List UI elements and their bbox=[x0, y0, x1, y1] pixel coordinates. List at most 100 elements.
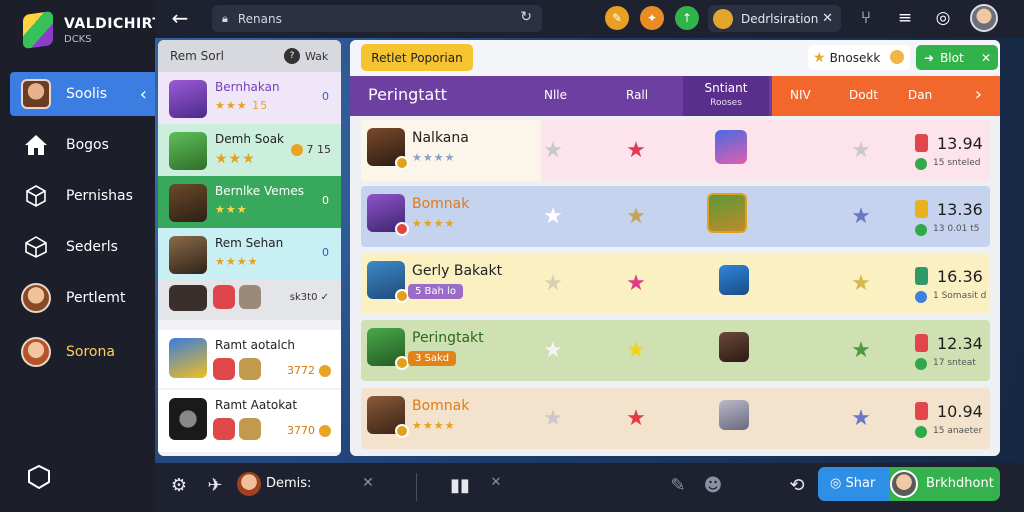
upload-badge-icon[interactable]: ↑ bbox=[675, 6, 699, 30]
player-stars: ★★★★ bbox=[215, 255, 259, 268]
player-avatar bbox=[169, 338, 207, 378]
tab-rall[interactable]: Rall bbox=[626, 88, 648, 102]
item-thumbnail bbox=[239, 285, 261, 309]
share-button[interactable]: ◎ Shar Brkhdhont bbox=[818, 467, 1000, 501]
close-icon[interactable]: ✕ bbox=[822, 11, 833, 26]
player-meta: 0 bbox=[322, 246, 329, 259]
bonus-pill[interactable]: ★ Bnosekk bbox=[808, 45, 910, 70]
sidebar-item-soolis[interactable]: Soolis ‹ bbox=[10, 72, 155, 116]
player-avatar bbox=[169, 398, 207, 440]
player-name: Nalkana bbox=[412, 130, 469, 146]
player-score-sub: 15 snteled bbox=[933, 158, 981, 168]
list-item[interactable]: Bernhakan ★★★ 15 0 bbox=[158, 72, 341, 124]
close-icon[interactable]: ✕ bbox=[484, 475, 508, 490]
home-icon bbox=[20, 129, 52, 161]
table-row[interactable]: Peringtakt 3 Sakd ★ ★ ★ 12.34 17 snteat bbox=[361, 320, 990, 381]
address-bar[interactable]: 🔒︎ Renans ↻ bbox=[212, 5, 542, 32]
chat-bubble-icon[interactable] bbox=[26, 464, 52, 490]
tab-niv[interactable]: NIV bbox=[790, 88, 811, 102]
edit-icon[interactable]: ✎ bbox=[666, 475, 690, 496]
sidebar-item-label: Sorona bbox=[66, 344, 115, 360]
cube-icon bbox=[20, 180, 52, 212]
player-avatar bbox=[367, 396, 409, 438]
chevron-right-icon[interactable]: › bbox=[975, 84, 982, 105]
chart-icon[interactable]: ▮▮ bbox=[448, 475, 472, 496]
user-avatar[interactable] bbox=[237, 472, 261, 496]
player-meta: 3770 bbox=[287, 424, 331, 437]
list-item[interactable]: Ramt Aatokat 3770 bbox=[158, 390, 341, 452]
list-item[interactable]: Bernlke Vemes ★★★ 0 bbox=[158, 176, 341, 228]
pencil-badge-icon[interactable]: ✎ bbox=[605, 6, 629, 30]
tab-sntiant[interactable]: Sntiant Rooses bbox=[683, 76, 769, 116]
tab-dedrlsiration[interactable]: Dedrlsiration ✕ bbox=[708, 5, 841, 32]
brand-name: VALDICHIRT bbox=[64, 16, 163, 32]
reward-badge-icon[interactable]: ✦ bbox=[640, 6, 664, 30]
sidebar-item-sederls[interactable]: Sederls bbox=[10, 225, 155, 269]
brand[interactable]: VALDICHIRT DCKS bbox=[20, 10, 162, 52]
sidebar-item-pernishas[interactable]: Pernishas bbox=[10, 174, 155, 218]
player-score: 13.94 bbox=[937, 134, 983, 153]
list-header: Rem Sorl ? Wak bbox=[158, 40, 341, 72]
fork-icon[interactable]: ⑂ bbox=[854, 6, 878, 30]
sidebar: VALDICHIRT DCKS Soolis ‹ Bogos Pernishas… bbox=[0, 0, 162, 512]
level-badge-icon bbox=[395, 289, 409, 303]
refresh-icon[interactable]: ⟲ bbox=[785, 475, 809, 496]
item-thumbnail bbox=[239, 358, 261, 380]
pin-icon[interactable]: ✈ bbox=[203, 475, 227, 496]
settings-icon[interactable]: ◎ bbox=[931, 6, 955, 30]
sidebar-item-pertlemt[interactable]: Pertlemt bbox=[10, 276, 155, 320]
green-action-button[interactable]: ➜ Blot ✕ bbox=[916, 45, 998, 70]
close-icon[interactable]: ✕ bbox=[981, 51, 991, 65]
close-icon[interactable]: ✕ bbox=[356, 475, 380, 491]
brand-subtitle: DCKS bbox=[64, 34, 92, 45]
star-icon: ★ bbox=[851, 138, 871, 163]
player-name: Bomnak bbox=[412, 196, 470, 212]
reload-icon[interactable]: ↻ bbox=[520, 9, 532, 25]
list-header-right[interactable]: Wak bbox=[305, 50, 328, 63]
list-item[interactable]: Rem Sehan ★★★★ 0 bbox=[158, 228, 341, 280]
tab-nlle[interactable]: Nlle bbox=[544, 88, 567, 102]
user-avatar[interactable] bbox=[970, 4, 998, 32]
sidebar-item-label: Sederls bbox=[66, 239, 118, 255]
player-meta: 7 15 bbox=[290, 143, 331, 156]
player-name: Ramt aotalch bbox=[215, 338, 295, 352]
leaderboard-panel: Retlet Poporian ★ Bnosekk ➜ Blot ✕ Perin… bbox=[350, 40, 1000, 456]
table-row[interactable]: Gerly Bakakt 5 Bah lo ★ ★ ★ 16.36 1 Soma… bbox=[361, 253, 990, 314]
tab-dodt[interactable]: Dodt bbox=[849, 88, 878, 102]
table-row[interactable]: Nalkana ★★★★ ★ ★ ★ 13.94 15 snteled bbox=[361, 120, 990, 181]
star-icon: ★ bbox=[543, 338, 563, 363]
table-row[interactable]: Bomnak ★★★★ ★ ★ ★ 13.36 13 0.01 t5 bbox=[361, 186, 990, 247]
star-icon: ★ bbox=[626, 204, 646, 229]
item-thumbnail bbox=[213, 285, 235, 309]
gem-icon bbox=[915, 200, 928, 218]
item-thumbnail bbox=[213, 358, 235, 380]
player-meta: 3772 bbox=[287, 364, 331, 377]
list-item[interactable]: sk3t0 ✓ bbox=[158, 280, 341, 320]
sidebar-item-label: Soolis bbox=[66, 86, 108, 102]
sidebar-item-bogos[interactable]: Bogos bbox=[10, 123, 155, 167]
gem-icon bbox=[915, 134, 928, 152]
sidebar-item-sorona[interactable]: Sorona bbox=[10, 330, 155, 374]
tab-label: Sntiant bbox=[704, 81, 748, 95]
player-score-sub: 15 anaeter bbox=[933, 426, 983, 436]
player-meta-value: 3772 bbox=[287, 364, 315, 377]
green-action-label: Brkhdhont bbox=[926, 476, 994, 491]
divider bbox=[416, 473, 417, 501]
tab-dan[interactable]: Dan bbox=[908, 88, 932, 102]
item-thumbnail bbox=[213, 418, 235, 440]
item-icon bbox=[707, 193, 747, 233]
player-score-sub: 13 0.01 t5 bbox=[933, 224, 980, 234]
menu-icon[interactable]: ≡ bbox=[893, 6, 917, 30]
star-icon: ★ bbox=[543, 406, 563, 431]
skull-icon[interactable]: ☻ bbox=[701, 475, 725, 496]
list-item[interactable]: Demh Soak ★★★ 7 15 bbox=[158, 124, 341, 176]
player-name: Peringtakt bbox=[412, 330, 484, 346]
report-button[interactable]: Retlet Poporian bbox=[361, 44, 473, 71]
back-arrow-icon[interactable]: ← bbox=[167, 6, 193, 30]
help-icon[interactable]: ? bbox=[284, 48, 300, 64]
player-score: 10.94 bbox=[937, 402, 983, 421]
list-item[interactable]: Ramt aotalch 3772 bbox=[158, 330, 341, 388]
status-dot-icon bbox=[915, 426, 927, 438]
gear-icon[interactable]: ⚙ bbox=[167, 475, 191, 496]
table-row[interactable]: Bomnak ★★★★ ★ ★ ★ 10.94 15 anaeter bbox=[361, 388, 990, 449]
